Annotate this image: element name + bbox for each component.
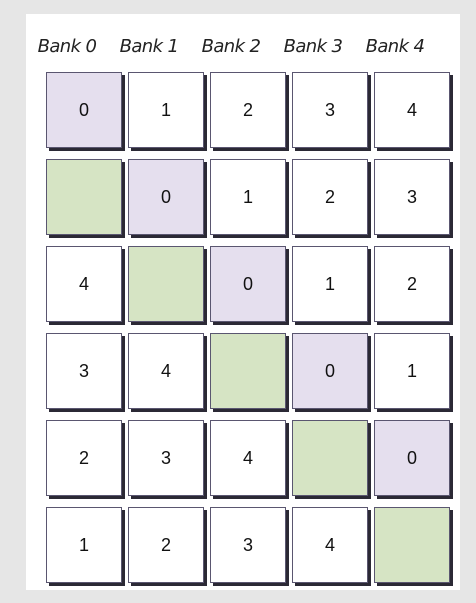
- cell-r5-c1: 2: [128, 507, 204, 583]
- bank-4-label: Bank 4: [365, 36, 425, 57]
- cell-r5-c4: [374, 507, 450, 583]
- cell-r4-c4: 0: [374, 420, 450, 496]
- cell-r2-c4: 2: [374, 246, 450, 322]
- cell-r3-c3: 0: [292, 333, 368, 409]
- bank-grid: 0123401234012340123401234: [46, 72, 458, 592]
- bank-3-label: Bank 3: [283, 36, 343, 57]
- cell-r3-c4: 1: [374, 333, 450, 409]
- cell-r1-c1: 0: [128, 159, 204, 235]
- cell-r4-c3: [292, 420, 368, 496]
- cell-r4-c2: 4: [210, 420, 286, 496]
- cell-r5-c0: 1: [46, 507, 122, 583]
- cell-r0-c4: 4: [374, 72, 450, 148]
- cell-r4-c1: 3: [128, 420, 204, 496]
- bank-0-label: Bank 0: [37, 36, 97, 57]
- cell-r1-c0: [46, 159, 122, 235]
- cell-r4-c0: 2: [46, 420, 122, 496]
- cell-r2-c2: 0: [210, 246, 286, 322]
- cell-r0-c0: 0: [46, 72, 122, 148]
- bank-2-label: Bank 2: [201, 36, 261, 57]
- cell-r0-c1: 1: [128, 72, 204, 148]
- cell-r3-c0: 3: [46, 333, 122, 409]
- cell-r0-c2: 2: [210, 72, 286, 148]
- cell-r1-c3: 2: [292, 159, 368, 235]
- cell-r1-c4: 3: [374, 159, 450, 235]
- cell-r2-c0: 4: [46, 246, 122, 322]
- cell-r3-c2: [210, 333, 286, 409]
- bank-header-row: Bank 0 Bank 1 Bank 2 Bank 3 Bank 4: [26, 36, 460, 62]
- bank-1-label: Bank 1: [119, 36, 179, 57]
- diagram-panel: Bank 0 Bank 1 Bank 2 Bank 3 Bank 4 01234…: [26, 14, 460, 590]
- cell-r3-c1: 4: [128, 333, 204, 409]
- cell-r0-c3: 3: [292, 72, 368, 148]
- cell-r5-c3: 4: [292, 507, 368, 583]
- cell-r2-c3: 1: [292, 246, 368, 322]
- cell-r2-c1: [128, 246, 204, 322]
- cell-r1-c2: 1: [210, 159, 286, 235]
- cell-r5-c2: 3: [210, 507, 286, 583]
